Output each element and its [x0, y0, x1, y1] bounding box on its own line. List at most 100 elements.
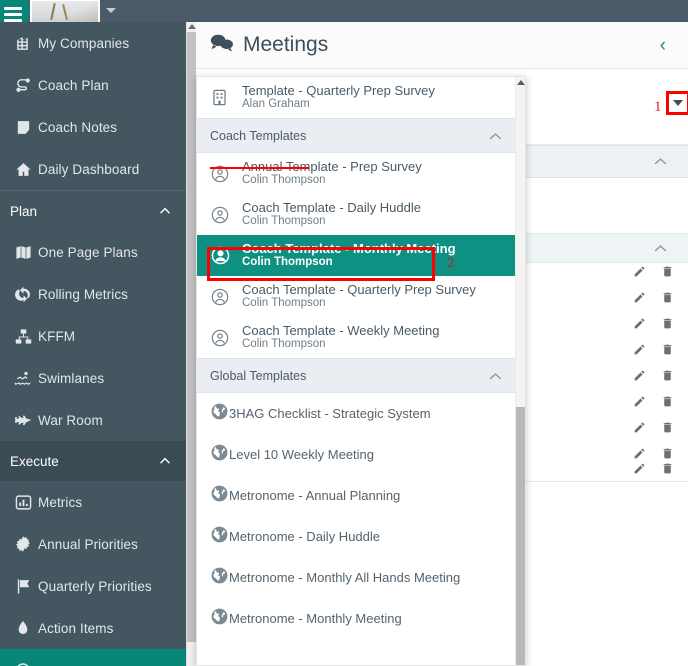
- dropdown-item-annual-template-prep-survey[interactable]: Annual Template - Prep Survey Colin Thom…: [197, 153, 525, 194]
- company-logo: [30, 0, 100, 22]
- sidebar-item-my-companies[interactable]: My Companies: [0, 22, 186, 64]
- dropdown-item-metronome-monthly-all-hands-meeting[interactable]: Metronome - Monthly All Hands Meeting: [197, 557, 525, 598]
- sidebar-item-rolling-metrics[interactable]: Rolling Metrics: [0, 273, 186, 315]
- sidebar-section-execute[interactable]: Execute: [0, 441, 186, 481]
- pencil-icon[interactable]: [633, 369, 646, 382]
- sitemap-icon: [8, 328, 38, 345]
- template-dropdown-panel: Template - Quarterly Prep Survey Alan Gr…: [196, 76, 526, 666]
- chevron-down-icon[interactable]: [106, 8, 116, 13]
- dropdown-scrollbar[interactable]: [515, 77, 525, 665]
- dropdown-item-title: Coach Template - Daily Huddle: [242, 200, 421, 216]
- sidebar-item-selected[interactable]: [0, 649, 186, 666]
- globe-icon: [210, 566, 229, 590]
- sidebar-item-swimlanes[interactable]: Swimlanes: [0, 357, 186, 399]
- table-row[interactable]: [633, 462, 674, 475]
- pencil-icon[interactable]: [633, 447, 646, 460]
- sidebar-item-label: Action Items: [38, 620, 114, 636]
- dropdown-item-coach-template-quarterly-prep-survey[interactable]: Coach Template - Quarterly Prep Survey C…: [197, 276, 525, 317]
- sidebar-item-label: Daily Dashboard: [38, 161, 140, 177]
- dropdown-item-title: Template - Quarterly Prep Survey: [242, 83, 435, 99]
- dropdown-item-title: Metronome - Annual Planning: [229, 488, 401, 503]
- sidebar-item-quarterly-priorities[interactable]: Quarterly Priorities: [0, 565, 186, 607]
- sidebar-section-plan[interactable]: Plan: [0, 191, 186, 231]
- scrollbar-thumb[interactable]: [516, 407, 525, 665]
- page-scrollbar[interactable]: [186, 22, 197, 666]
- chevron-up-icon: [158, 204, 172, 218]
- dropdown-item-title: Metronome - Monthly Meeting: [229, 611, 402, 626]
- dropdown-item-subtitle: Alan Graham: [242, 98, 310, 111]
- pencil-icon[interactable]: [633, 421, 646, 434]
- bullseye-icon: [8, 662, 38, 666]
- pencil-icon[interactable]: [633, 462, 646, 475]
- sidebar-item-war-room[interactable]: War Room: [0, 399, 186, 441]
- dropdown-item-current-template[interactable]: Template - Quarterly Prep Survey Alan Gr…: [197, 77, 525, 118]
- trash-icon[interactable]: [661, 369, 674, 382]
- pencil-icon[interactable]: [633, 317, 646, 330]
- dropdown-group-global-templates[interactable]: Global Templates: [197, 358, 525, 393]
- table-row[interactable]: [633, 447, 674, 460]
- sidebar-item-one-page-plans[interactable]: One Page Plans: [0, 231, 186, 273]
- dropdown-item-coach-template-weekly-meeting[interactable]: Coach Template - Weekly Meeting Colin Th…: [197, 317, 525, 358]
- sidebar-item-coach-notes[interactable]: Coach Notes: [0, 106, 186, 148]
- template-dropdown-toggle[interactable]: [666, 91, 688, 115]
- pencil-icon[interactable]: [633, 395, 646, 408]
- globe-icon: [210, 443, 229, 467]
- dropdown-item-metronome-monthly-meeting[interactable]: Metronome - Monthly Meeting: [197, 598, 525, 639]
- sidebar-item-label: Annual Priorities: [38, 536, 138, 552]
- table-row[interactable]: [633, 265, 674, 278]
- dropdown-group-label: Coach Templates: [210, 128, 307, 143]
- sun-burst-icon: [8, 535, 38, 553]
- sidebar-section-label: Execute: [10, 453, 59, 469]
- pencil-icon[interactable]: [633, 291, 646, 304]
- home-icon: [8, 161, 38, 178]
- scroll-up-arrow-icon[interactable]: [188, 24, 196, 29]
- trash-icon[interactable]: [661, 395, 674, 408]
- dropdown-item-subtitle: Colin Thompson: [242, 256, 333, 269]
- pencil-icon[interactable]: [633, 343, 646, 356]
- dropdown-item-subtitle: Colin Thompson: [242, 215, 326, 228]
- sidebar-item-action-items[interactable]: Action Items: [0, 607, 186, 649]
- scroll-up-arrow-icon[interactable]: [517, 80, 525, 85]
- chevron-up-icon: [653, 153, 668, 170]
- sidebar-item-label: KFFM: [38, 328, 76, 344]
- globe-icon: [210, 484, 229, 508]
- table-row[interactable]: [633, 395, 674, 408]
- trash-icon[interactable]: [661, 317, 674, 330]
- building-icon: [210, 88, 242, 107]
- dropdown-item-title: Coach Template - Monthly Meeting: [242, 241, 456, 257]
- sidebar-item-daily-dashboard[interactable]: Daily Dashboard: [0, 148, 186, 190]
- app-window: My Companies Coach Plan Coach Notes Dail…: [0, 0, 688, 666]
- flag-icon: [8, 578, 38, 595]
- sidebar-item-kffm[interactable]: KFFM: [0, 315, 186, 357]
- sidebar-item-metrics[interactable]: Metrics: [0, 481, 186, 523]
- dropdown-item-title: 3HAG Checklist - Strategic System: [229, 406, 431, 421]
- chevron-left-icon[interactable]: ‹: [660, 36, 666, 55]
- globe-icon: [210, 402, 229, 426]
- chevron-up-icon: [488, 128, 503, 144]
- table-row[interactable]: [633, 369, 674, 382]
- table-row[interactable]: [633, 421, 674, 434]
- pencil-icon[interactable]: [633, 265, 646, 278]
- table-row[interactable]: [633, 291, 674, 304]
- table-row[interactable]: [633, 343, 674, 356]
- user-circle-icon: [210, 328, 242, 348]
- trash-icon[interactable]: [661, 462, 674, 475]
- trash-icon[interactable]: [661, 291, 674, 304]
- dropdown-item-coach-template-monthly-meeting[interactable]: Coach Template - Monthly Meeting Colin T…: [197, 235, 525, 276]
- trash-icon[interactable]: [661, 265, 674, 278]
- sidebar-item-annual-priorities[interactable]: Annual Priorities: [0, 523, 186, 565]
- dropdown-item-level-10-weekly-meeting[interactable]: Level 10 Weekly Meeting: [197, 434, 525, 475]
- dropdown-item-coach-template-daily-huddle[interactable]: Coach Template - Daily Huddle Colin Thom…: [197, 194, 525, 235]
- top-bar: [0, 0, 688, 34]
- trash-icon[interactable]: [661, 447, 674, 460]
- dropdown-item-metronome-annual-planning[interactable]: Metronome - Annual Planning: [197, 475, 525, 516]
- dropdown-item-title: Coach Template - Quarterly Prep Survey: [242, 282, 476, 298]
- dropdown-item-metronome-daily-huddle[interactable]: Metronome - Daily Huddle: [197, 516, 525, 557]
- dropdown-item-title: Metronome - Daily Huddle: [229, 529, 381, 544]
- trash-icon[interactable]: [661, 421, 674, 434]
- trash-icon[interactable]: [661, 343, 674, 356]
- table-row[interactable]: [633, 317, 674, 330]
- dropdown-group-coach-templates[interactable]: Coach Templates: [197, 118, 525, 153]
- dropdown-item-3hag-checklist[interactable]: 3HAG Checklist - Strategic System: [197, 393, 525, 434]
- sidebar-item-coach-plan[interactable]: Coach Plan: [0, 64, 186, 106]
